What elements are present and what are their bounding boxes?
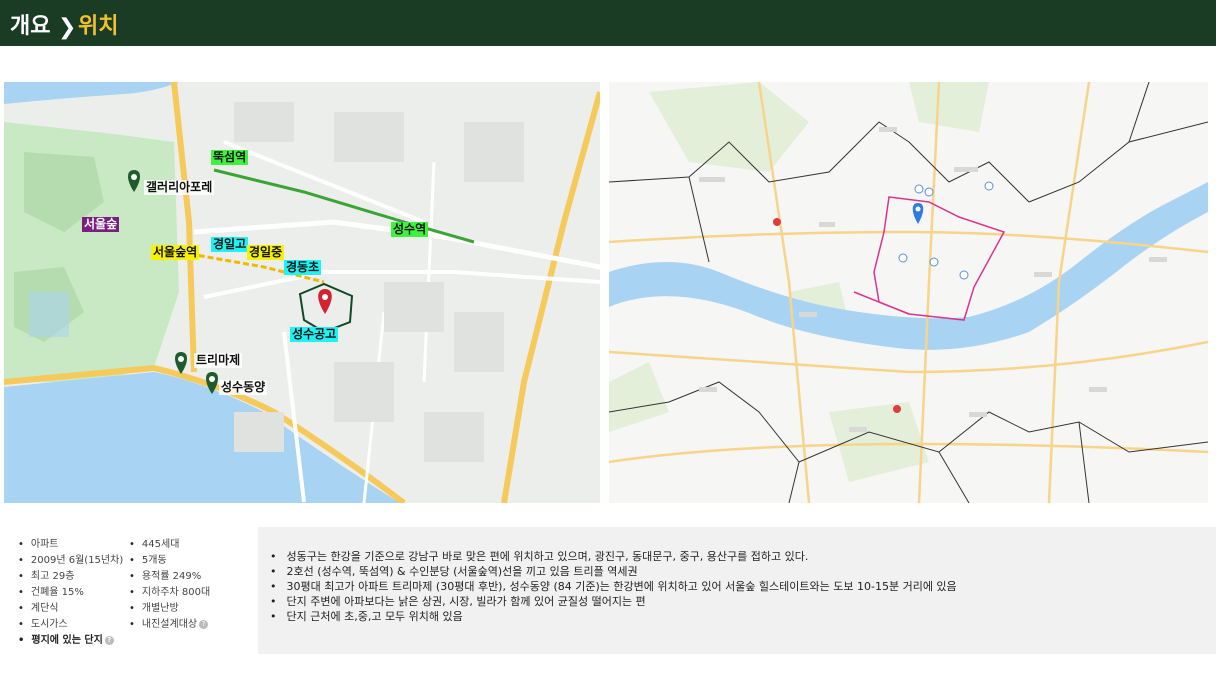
fact-seismic: 내진설계대상? — [129, 618, 209, 632]
label-gyeongil-high: 경일고 — [211, 237, 249, 252]
label-seongsu-dongyang: 성수동양 — [219, 380, 268, 395]
label-gyeongil-middle: 경일중 — [247, 245, 285, 260]
fact-parking: 지하주차 800대 — [129, 586, 210, 600]
summary-item: 30평대 최고가 아파트 트리마제 (30평대 후반), 성수동양 (84 기준… — [270, 579, 957, 594]
chevron-right-icon: ❯ — [58, 15, 77, 40]
summary-item: 단지 주변에 아파보다는 낡은 상권, 시장, 빌라가 함께 있어 균질성 떨어… — [270, 594, 646, 609]
label-gyeongdong-elementary: 경동초 — [284, 260, 322, 275]
fact-coverage-ratio: 건폐율 15% — [18, 586, 84, 600]
summary-item: 단지 근처에 초,중,고 모두 위치해 있음 — [270, 609, 463, 624]
district-map[interactable] — [609, 82, 1208, 503]
neighborhood-map-canvas — [4, 82, 600, 503]
fact-built: 2009년 6월(15년차) — [18, 554, 123, 568]
label-seongsu-station: 성수역 — [391, 222, 429, 237]
fact-heating: 개별난방 — [129, 602, 179, 616]
summary-item: 2호선 (성수역, 뚝섬역) & 수인분당 (서울숲역)선을 끼고 있음 트리플… — [270, 564, 638, 579]
fact-households: 445세대 — [129, 538, 180, 552]
label-seoul-forest-station: 서울숲역 — [151, 245, 200, 260]
label-ttukseom-station: 뚝섬역 — [211, 150, 249, 165]
summary-item: 성동구는 한강을 기준으로 강남구 바로 맞은 편에 위치하고 있으며, 광진구… — [270, 549, 809, 564]
label-seoul-forest-park: 서울숲 — [82, 217, 120, 232]
fact-buildings: 5개동 — [129, 554, 167, 568]
page-header: 개요 ❯ 위치 — [0, 0, 1216, 46]
question-icon[interactable]: ? — [104, 636, 114, 645]
neighborhood-map[interactable]: 뚝섬역 갤러리아포레 서울숲 경일고 경일중 서울숲역 경동초 성수역 성수공고… — [4, 82, 600, 503]
location-summary: 성동구는 한강을 기준으로 강남구 바로 맞은 편에 위치하고 있으며, 광진구… — [258, 527, 1216, 654]
fact-max-floor: 최고 29층 — [18, 570, 75, 584]
question-icon[interactable]: ? — [199, 620, 209, 629]
district-map-canvas — [609, 82, 1208, 503]
fact-hall-type: 계단식 — [18, 602, 59, 616]
fact-floor-area-ratio: 용적률 249% — [129, 570, 201, 584]
fact-type: 아파트 — [18, 538, 59, 552]
breadcrumb-overview[interactable]: 개요 — [10, 16, 50, 38]
label-trimage: 트리마제 — [194, 353, 243, 368]
label-galleria-foret: 갤러리아포레 — [144, 180, 215, 195]
fact-flat-land: 평지에 있는 단지? — [18, 634, 114, 648]
label-seongsu-technical-high: 성수공고 — [290, 327, 339, 342]
breadcrumb-location: 위치 — [78, 14, 119, 39]
fact-gas: 도시가스 — [18, 618, 68, 632]
